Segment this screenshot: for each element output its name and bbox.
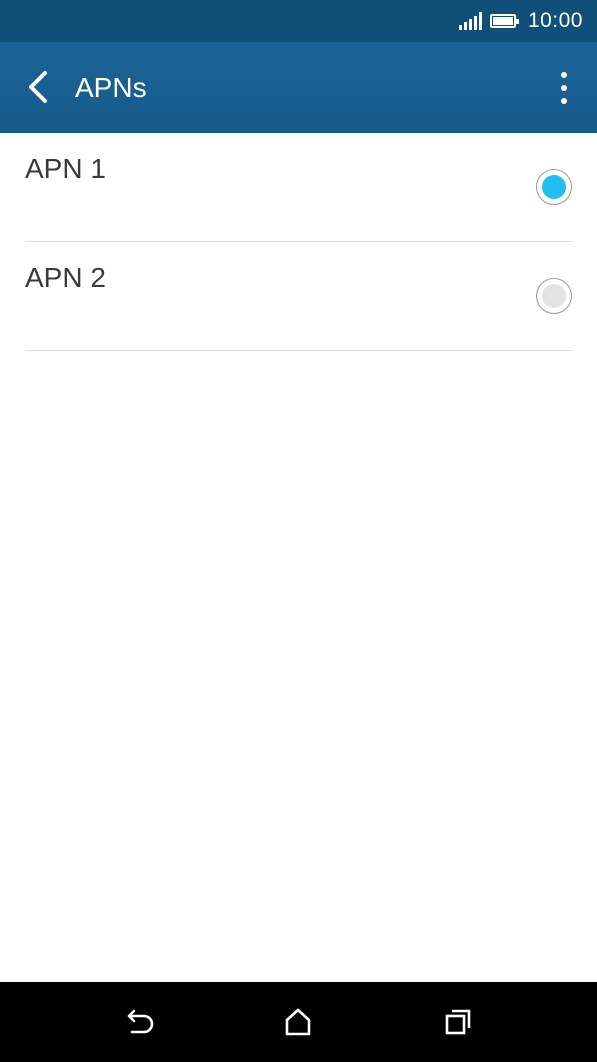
back-icon — [127, 1009, 154, 1034]
nav-home-button[interactable] — [278, 1002, 318, 1042]
page-title: APNs — [75, 72, 147, 103]
list-item-apn-2[interactable]: APN 2 — [25, 242, 572, 351]
radio-dot — [542, 284, 566, 308]
overflow-menu-button[interactable] — [553, 66, 575, 110]
battery-icon — [489, 14, 519, 28]
nav-recents-button[interactable] — [438, 1002, 478, 1042]
status-bar: 10:00 — [0, 0, 597, 42]
navigation-bar — [0, 982, 597, 1062]
more-vert-icon — [561, 72, 567, 78]
chevron-left-icon — [29, 71, 47, 103]
signal-icon — [458, 12, 482, 30]
radio-button-selected[interactable] — [536, 169, 572, 205]
back-button[interactable] — [18, 64, 58, 110]
status-time: 10:00 — [527, 9, 583, 32]
radio-dot — [542, 175, 566, 199]
radio-button-unselected[interactable] — [536, 278, 572, 314]
status-indicators: 10:00 — [458, 0, 583, 42]
home-icon — [285, 1008, 311, 1036]
list-item-apn-1[interactable]: APN 1 — [25, 133, 572, 242]
apn-list: APN 1 APN 2 — [0, 133, 597, 351]
app-bar: APNs — [0, 42, 597, 133]
apn-label: APN 2 — [25, 262, 106, 293]
recents-icon — [445, 1009, 471, 1035]
apn-label: APN 1 — [25, 153, 106, 184]
nav-back-button[interactable] — [120, 1002, 160, 1042]
